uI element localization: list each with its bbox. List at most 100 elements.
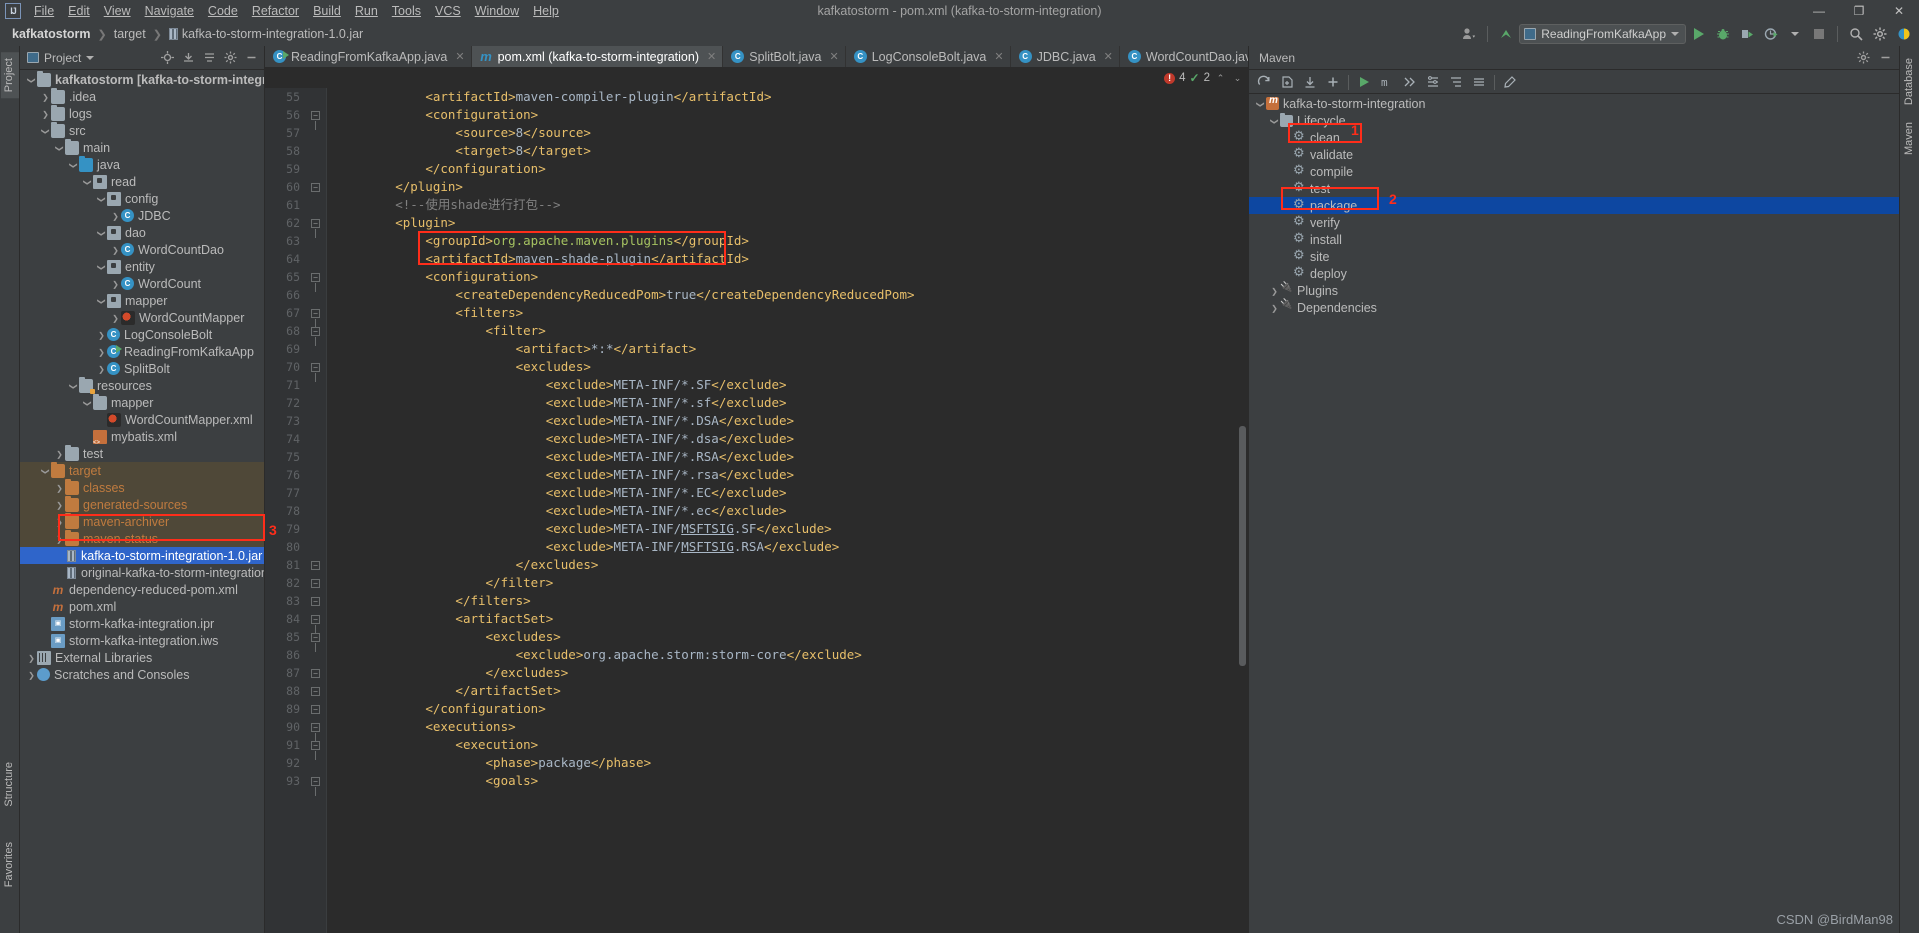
reimport-icon[interactable] (1253, 72, 1275, 92)
project-tree-row[interactable]: mapper (20, 393, 264, 411)
breadcrumb-target[interactable]: target (110, 26, 150, 42)
project-tree-row[interactable]: java (20, 155, 264, 173)
editor-tab[interactable]: C LogConsoleBolt.java ✕ (846, 46, 1011, 67)
chevron-right-icon[interactable] (54, 534, 65, 544)
maven-tree-row[interactable]: Plugins (1249, 282, 1899, 299)
code-line[interactable]: <artifactId>maven-compiler-plugin</artif… (327, 88, 1248, 106)
gutter-line[interactable]: 71 (265, 376, 326, 394)
chevron-right-icon[interactable] (96, 364, 107, 374)
fold-close-icon[interactable]: − (311, 561, 320, 570)
maven-tree-row[interactable]: install (1249, 230, 1899, 248)
code-line[interactable]: <target>8</target> (327, 142, 1248, 160)
chevron-right-icon[interactable] (26, 670, 37, 680)
stripe-button-structure[interactable]: Structure (1, 756, 19, 813)
project-tree-row[interactable]: Scratches and Consoles (20, 666, 264, 683)
previous-problem-icon[interactable]: ⌃ (1214, 73, 1227, 84)
run-configuration-selector[interactable]: ReadingFromKafkaApp (1519, 24, 1686, 44)
update-project-icon[interactable] (1495, 24, 1517, 44)
gutter-line[interactable]: 91− (265, 736, 326, 760)
project-tree-row[interactable]: maven-status (20, 529, 264, 547)
editor-code-content[interactable]: <artifactId>maven-compiler-plugin</artif… (327, 88, 1248, 933)
code-line[interactable]: <executions> (327, 718, 1248, 736)
code-line[interactable]: <plugin> (327, 214, 1248, 232)
gutter-line[interactable]: 66 (265, 286, 326, 304)
code-line[interactable]: <execution> (327, 736, 1248, 754)
code-line[interactable]: <exclude>META-INF/*.ec</exclude> (327, 502, 1248, 520)
close-tab-icon[interactable]: ✕ (707, 50, 716, 63)
code-line[interactable]: <configuration> (327, 106, 1248, 124)
project-tree-row[interactable]: External Libraries (20, 649, 264, 666)
editor-tab[interactable]: C ReadingFromKafkaApp.java ✕ (265, 46, 472, 67)
project-tree-row[interactable]: resources (20, 376, 264, 394)
code-line[interactable]: </filters> (327, 592, 1248, 610)
chevron-right-icon[interactable] (40, 109, 51, 119)
project-tree-row[interactable]: mybatis.xml (20, 428, 264, 446)
chevron-down-icon[interactable] (96, 296, 107, 306)
project-tree-row[interactable]: mapper (20, 292, 264, 309)
chevron-down-icon[interactable] (1255, 99, 1266, 109)
chevron-down-icon[interactable] (1269, 116, 1280, 126)
fold-close-icon[interactable]: − (311, 579, 320, 588)
chevron-down-icon[interactable] (96, 194, 107, 204)
chevron-right-icon[interactable] (26, 653, 37, 663)
project-tree-row[interactable]: generated-sources (20, 495, 264, 513)
add-maven-project-icon[interactable] (1322, 72, 1344, 92)
fold-open-icon[interactable]: − (311, 111, 320, 130)
code-line[interactable]: </configuration> (327, 160, 1248, 178)
gutter-line[interactable]: 75 (265, 448, 326, 466)
code-line[interactable]: <!--使用shade进行打包--> (327, 196, 1248, 214)
download-sources-icon[interactable] (1299, 72, 1321, 92)
chevron-down-icon[interactable] (40, 126, 51, 136)
code-line[interactable]: <artifact>*:*</artifact> (327, 340, 1248, 358)
project-tree-row[interactable]: .idea (20, 87, 264, 105)
fold-open-icon[interactable]: − (311, 363, 320, 382)
fold-open-icon[interactable]: − (311, 633, 320, 652)
project-file-tree[interactable]: kafkatostorm [kafka-to-storm-integration… (20, 71, 264, 933)
chevron-right-icon[interactable] (110, 245, 121, 255)
menu-code[interactable]: Code (201, 2, 245, 20)
run-maven-goal-icon[interactable] (1353, 72, 1375, 92)
skip-tests-icon[interactable] (1399, 72, 1421, 92)
code-line[interactable]: <excludes> (327, 628, 1248, 646)
close-tab-icon[interactable]: ✕ (1104, 50, 1113, 63)
project-tree-row[interactable]: maven-archiver (20, 512, 264, 530)
gutter-line[interactable]: 81 − (265, 556, 326, 574)
menu-help[interactable]: Help (526, 2, 566, 20)
project-tree-row[interactable]: WordCountMapper (20, 309, 264, 326)
profiler-dropdown-icon[interactable] (1784, 24, 1806, 44)
close-tab-icon[interactable]: ✕ (994, 50, 1003, 63)
menu-build[interactable]: Build (306, 2, 348, 20)
project-tree-row[interactable]: dao (20, 224, 264, 241)
chevron-right-icon[interactable] (96, 347, 107, 357)
maven-tree-row[interactable]: Dependencies (1249, 299, 1899, 316)
chevron-right-icon[interactable] (1269, 286, 1280, 296)
code-line[interactable]: <goals> (327, 772, 1248, 790)
project-tree-row[interactable]: read (20, 173, 264, 190)
project-tree-row[interactable]: entity (20, 258, 264, 275)
code-line[interactable]: <exclude>META-INF/*.EC</exclude> (327, 484, 1248, 502)
maven-tree-row[interactable]: clean (1249, 128, 1899, 146)
execute-maven-goal-icon[interactable]: m (1376, 72, 1398, 92)
chevron-right-icon[interactable] (54, 500, 65, 510)
code-line[interactable]: <exclude>META-INF/MSFTSIG.SF</exclude> (327, 520, 1248, 538)
project-tree-row[interactable]: ▣ storm-kafka-integration.ipr (20, 615, 264, 632)
chevron-right-icon[interactable] (54, 483, 65, 493)
gutter-line[interactable]: 76 (265, 466, 326, 484)
code-line[interactable]: <exclude>META-INF/*.RSA</exclude> (327, 448, 1248, 466)
chevron-right-icon[interactable] (110, 279, 121, 289)
fold-close-icon[interactable]: − (311, 183, 320, 192)
code-line[interactable]: <createDependencyReducedPom>true</create… (327, 286, 1248, 304)
breadcrumb-jar[interactable]: kafka-to-storm-integration-1.0.jar (165, 26, 367, 42)
code-line[interactable]: <artifactSet> (327, 610, 1248, 628)
project-tree-row[interactable]: target (20, 461, 264, 479)
gutter-line[interactable]: 83 − (265, 592, 326, 610)
breadcrumb-project[interactable]: kafkatostorm (8, 26, 95, 42)
gutter-line[interactable]: 67− (265, 304, 326, 328)
collapse-all-icon[interactable] (178, 48, 198, 68)
menu-run[interactable]: Run (348, 2, 385, 20)
editor-tab-bar[interactable]: C ReadingFromKafkaApp.java ✕ m pom.xml (kafk… (265, 46, 1248, 68)
editor-tab[interactable]: C SplitBolt.java ✕ (723, 46, 846, 67)
chevron-down-icon[interactable] (96, 228, 107, 238)
code-line[interactable]: <source>8</source> (327, 124, 1248, 142)
chevron-right-icon[interactable] (110, 211, 121, 221)
